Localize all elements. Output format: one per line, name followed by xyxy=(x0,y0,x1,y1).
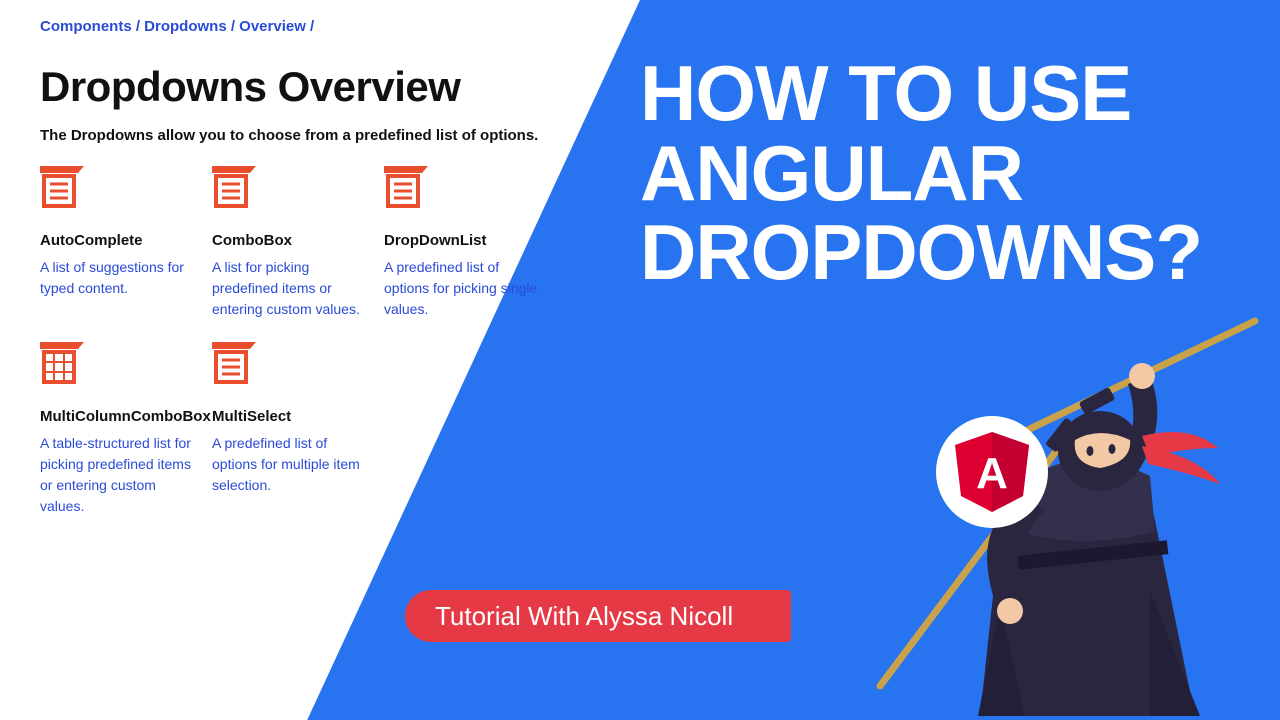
card-desc: A predefined list of options for multipl… xyxy=(212,433,370,496)
card-desc: A predefined list of options for picking… xyxy=(384,257,542,320)
card-dropdownlist[interactable]: DropDownList A predefined list of option… xyxy=(384,166,542,320)
list-icon xyxy=(384,166,432,214)
card-multiselect[interactable]: MultiSelect A predefined list of options… xyxy=(212,342,370,517)
card-desc: A list for picking predefined items or e… xyxy=(212,257,370,320)
svg-text:A: A xyxy=(976,449,1008,498)
angular-badge: A xyxy=(936,416,1048,528)
angular-shield-icon: A xyxy=(955,432,1029,512)
card-autocomplete[interactable]: AutoComplete A list of suggestions for t… xyxy=(40,166,198,320)
card-desc: A list of suggestions for typed content. xyxy=(40,257,198,299)
card-title: AutoComplete xyxy=(40,232,198,249)
card-desc: A table-structured list for picking pred… xyxy=(40,433,198,517)
tutorial-ribbon: Tutorial With Alyssa Nicoll xyxy=(405,590,791,642)
list-icon xyxy=(212,342,260,390)
card-title: MultiSelect xyxy=(212,408,370,425)
hero-headline: HOW TO USE ANGULAR DROPDOWNS? xyxy=(640,54,1230,293)
component-cards: AutoComplete A list of suggestions for t… xyxy=(40,166,580,517)
card-title: DropDownList xyxy=(384,232,542,249)
card-multicolumncombobox[interactable]: MultiColumnComboBox A table-structured l… xyxy=(40,342,198,517)
hero-right: HOW TO USE ANGULAR DROPDOWNS? xyxy=(640,54,1230,293)
breadcrumb[interactable]: Components / Dropdowns / Overview / xyxy=(40,18,580,35)
page-title: Dropdowns Overview xyxy=(40,63,580,111)
ninja-illustration xyxy=(850,306,1270,720)
card-combobox[interactable]: ComboBox A list for picking predefined i… xyxy=(212,166,370,320)
doc-panel: Components / Dropdowns / Overview / Drop… xyxy=(40,18,580,517)
list-icon xyxy=(40,166,88,214)
card-title: MultiColumnComboBox xyxy=(40,408,198,425)
card-title: ComboBox xyxy=(212,232,370,249)
grid-icon xyxy=(40,342,88,390)
page-subtitle: The Dropdowns allow you to choose from a… xyxy=(40,127,580,144)
list-icon xyxy=(212,166,260,214)
